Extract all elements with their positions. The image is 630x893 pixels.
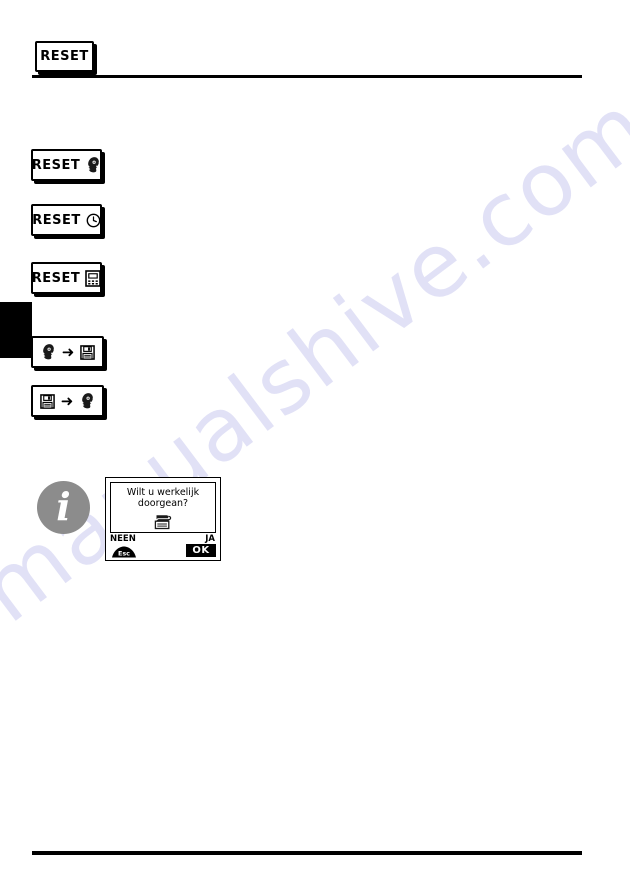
- softkey-right-label: JA: [205, 534, 215, 544]
- key-reset-device[interactable]: RESET: [31, 262, 102, 294]
- page-side-tab-marker: [0, 302, 32, 358]
- info-glyph: i: [56, 483, 71, 529]
- key-label: RESET: [31, 157, 81, 173]
- floppy-disk-icon: [39, 393, 55, 409]
- lcd-screen: Wilt u werkelijk doorgean?: [110, 482, 216, 533]
- dialog-message-line-2: doorgean?: [137, 498, 189, 509]
- svg-text:Esc: Esc: [118, 549, 130, 557]
- person-head-icon: [85, 156, 101, 174]
- info-icon: i: [37, 481, 90, 534]
- key-reset-plain[interactable]: RESET: [35, 41, 94, 72]
- arrow-right-icon: ➜: [61, 342, 75, 361]
- key-label: RESET: [32, 212, 81, 228]
- watermark-text: manualshive.com: [0, 73, 630, 643]
- softkey-left-label: NEEN: [110, 534, 136, 544]
- softkey-esc-button[interactable]: Esc: [110, 545, 138, 558]
- floppy-disk-icon: [80, 344, 96, 360]
- arrow-right-icon: ➜: [60, 391, 74, 410]
- device-display-icon: [85, 269, 102, 287]
- key-label: RESET: [40, 49, 89, 64]
- clock-icon: [86, 213, 101, 228]
- key-save-to-user[interactable]: ➜: [31, 385, 104, 417]
- save-to-device-icon: [152, 512, 174, 532]
- page-watermark: manualshive.com: [0, 0, 630, 893]
- key-reset-clock[interactable]: RESET: [31, 204, 102, 236]
- softkey-ok-label: OK: [192, 544, 210, 556]
- key-label: RESET: [31, 270, 81, 286]
- softkey-ok-button[interactable]: OK: [186, 544, 216, 557]
- lcd-softkey-bar: NEEN JA Esc OK: [110, 535, 216, 559]
- key-reset-user[interactable]: RESET: [31, 149, 102, 181]
- header-rule: [32, 75, 582, 78]
- key-user-to-save[interactable]: ➜: [31, 336, 104, 368]
- lcd-confirm-dialog: Wilt u werkelijk doorgean? NEEN JA Esc O…: [105, 477, 221, 561]
- person-head-icon: [40, 343, 56, 361]
- person-head-icon: [79, 392, 95, 410]
- dialog-message-line-1: Wilt u werkelijk: [126, 487, 200, 498]
- footer-rule: [32, 851, 582, 855]
